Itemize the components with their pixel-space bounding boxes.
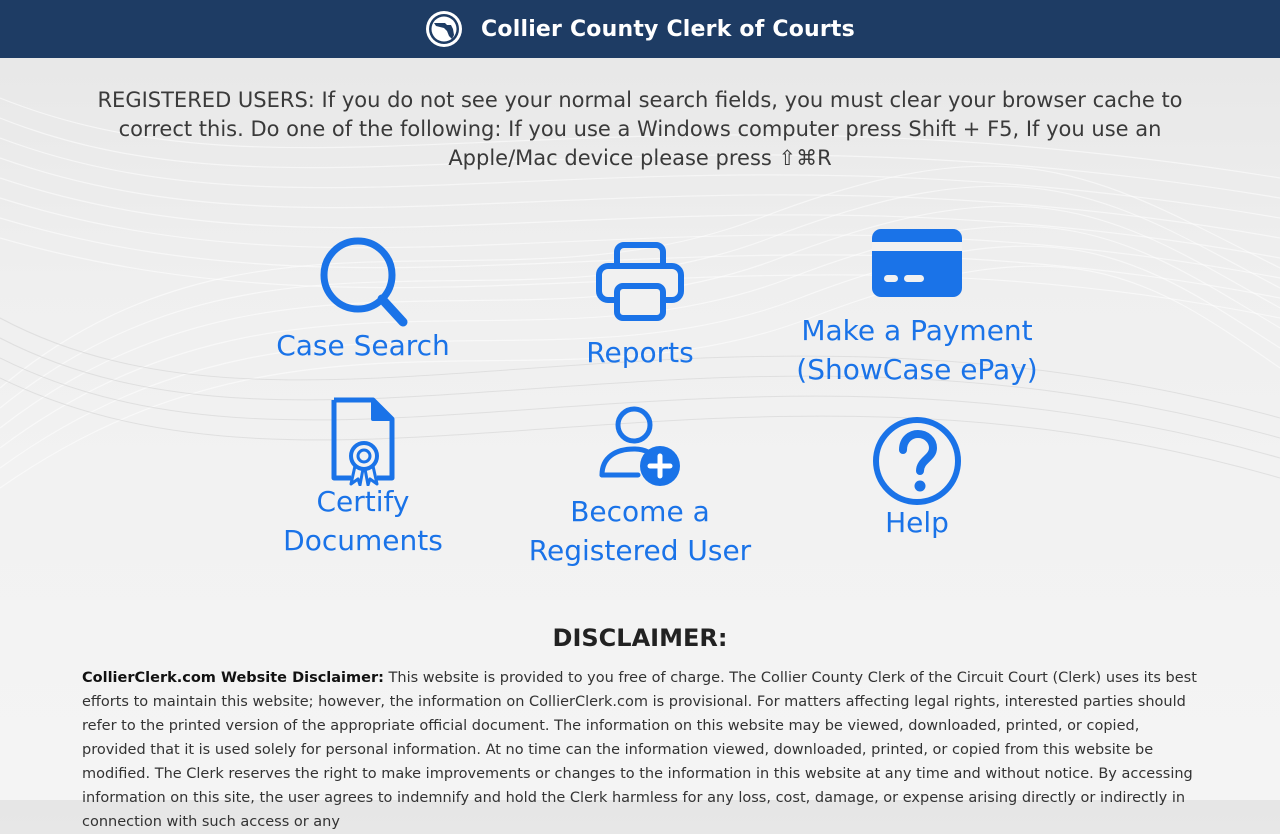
case-search-label: Case Search xyxy=(276,329,450,362)
help-icon xyxy=(873,417,961,505)
case-search-tile[interactable]: Case Search xyxy=(263,236,463,365)
disclaimer-heading: DISCLAIMER: xyxy=(552,624,728,652)
become-registered-user-label: Become a Registered User xyxy=(528,495,752,567)
printer-icon xyxy=(596,242,684,321)
disclaimer-body: This website is provided to you free of … xyxy=(82,670,1197,830)
make-payment-tile[interactable]: Make a Payment (ShowCase ePay) xyxy=(777,229,1057,389)
disclaimer-lead: CollierClerk.com Website Disclaimer: xyxy=(82,670,384,686)
make-payment-label: Make a Payment (ShowCase ePay) xyxy=(796,314,1038,386)
site-header: Collier County Clerk of Courts xyxy=(0,0,1280,58)
certified-document-icon xyxy=(331,397,395,486)
help-label: Help xyxy=(885,506,949,539)
reports-label: Reports xyxy=(586,336,694,369)
help-tile[interactable]: Help xyxy=(817,416,1017,542)
reports-tile[interactable]: Reports xyxy=(540,242,740,372)
registered-users-notice: REGISTERED USERS: If you do not see your… xyxy=(97,88,1183,170)
credit-card-icon xyxy=(872,229,962,297)
disclaimer-text: CollierClerk.com Website Disclaimer: Thi… xyxy=(82,666,1198,834)
certify-documents-label: Certify Documents xyxy=(283,485,443,557)
site-title[interactable]: Collier County Clerk of Courts xyxy=(481,17,855,42)
certify-documents-tile[interactable]: Certify Documents xyxy=(263,396,463,560)
florida-seal-icon[interactable] xyxy=(425,10,463,48)
search-icon xyxy=(320,237,408,327)
become-registered-user-tile[interactable]: Become a Registered User xyxy=(510,405,770,570)
add-user-icon xyxy=(599,406,680,486)
